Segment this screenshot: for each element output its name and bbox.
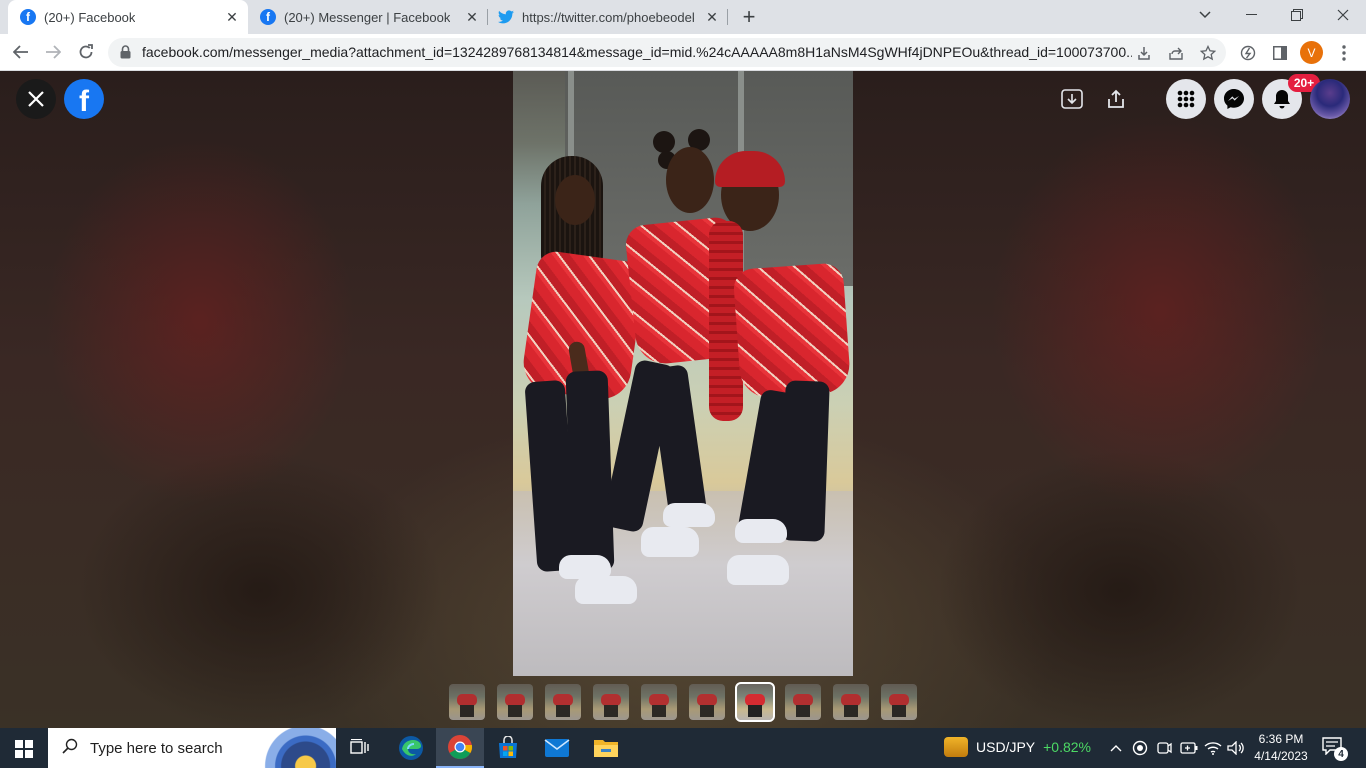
record-icon[interactable]	[1130, 738, 1150, 758]
profile-avatar[interactable]: V	[1300, 41, 1323, 64]
share-icon[interactable]	[1166, 43, 1186, 63]
tab-twitter[interactable]: https://twitter.com/phoebeodek ✕	[488, 0, 728, 34]
facebook-logo[interactable]: f	[64, 79, 104, 119]
browser-toolbar: facebook.com/messenger_media?attachment_…	[0, 34, 1366, 71]
windows-taskbar: Type here to search USD/JPY +0.82% 6:36 …	[0, 728, 1366, 768]
messenger-icon	[1224, 89, 1244, 109]
media-photo	[513, 71, 853, 676]
mail-icon[interactable]	[533, 728, 581, 768]
ticker-pair: USD/JPY	[976, 739, 1036, 755]
media-thumbnail[interactable]	[881, 684, 917, 720]
close-icon[interactable]: ✕	[704, 9, 720, 25]
media-thumbnail[interactable]	[689, 684, 725, 720]
ticker-change: +0.82%	[1043, 739, 1091, 755]
restore-icon[interactable]	[1274, 0, 1320, 30]
close-viewer-button[interactable]	[16, 79, 56, 119]
install-icon[interactable]	[1134, 43, 1154, 63]
tab-title: (20+) Messenger | Facebook	[284, 9, 451, 25]
facebook-icon: f	[20, 9, 36, 25]
tab-title: (20+) Facebook	[44, 9, 136, 25]
media-thumbnail[interactable]	[833, 684, 869, 720]
tab-strip: f (20+) Facebook ✕ f (20+) Messenger | F…	[0, 0, 1366, 34]
forward-icon[interactable]	[40, 39, 66, 65]
lock-icon	[120, 45, 131, 59]
bookmark-star-icon[interactable]	[1198, 43, 1218, 63]
microsoft-store-icon[interactable]	[484, 728, 532, 768]
messenger-button[interactable]	[1214, 79, 1254, 119]
tab-facebook[interactable]: f (20+) Facebook ✕	[8, 0, 248, 34]
extension-icon[interactable]	[1236, 41, 1260, 65]
account-avatar[interactable]	[1310, 79, 1350, 119]
close-icon[interactable]: ✕	[224, 9, 240, 25]
action-center-icon[interactable]: 4	[1322, 737, 1348, 761]
close-icon	[28, 91, 44, 107]
media-thumbnail[interactable]	[593, 684, 629, 720]
system-clock[interactable]: 6:36 PM 4/14/2023	[1248, 731, 1314, 765]
search-icon	[62, 738, 78, 759]
tab-messenger[interactable]: f (20+) Messenger | Facebook ✕	[248, 0, 488, 34]
tab-title: https://twitter.com/phoebeodek	[522, 9, 694, 25]
media-thumbnail[interactable]	[641, 684, 677, 720]
reload-icon[interactable]	[73, 39, 99, 65]
tab-search-icon[interactable]	[1182, 0, 1228, 30]
tab-divider	[727, 9, 728, 25]
side-panel-icon[interactable]	[1268, 41, 1292, 65]
search-placeholder: Type here to search	[90, 739, 223, 757]
close-icon[interactable]: ✕	[464, 9, 480, 25]
task-view-icon[interactable]	[336, 728, 384, 768]
wifi-icon[interactable]	[1203, 738, 1223, 758]
new-tab-button[interactable]: +	[738, 6, 760, 28]
twitter-icon	[498, 9, 514, 25]
media-thumbnail[interactable]	[497, 684, 533, 720]
clock-date: 4/14/2023	[1254, 749, 1308, 763]
clock-time: 6:36 PM	[1258, 732, 1304, 746]
notification-count-badge: 4	[1334, 747, 1348, 761]
media-thumbnail[interactable]	[735, 682, 775, 722]
share-icon[interactable]	[1104, 87, 1128, 111]
facebook-icon: f	[260, 9, 276, 25]
show-hidden-icons-chevron-icon[interactable]	[1106, 738, 1126, 758]
close-window-icon[interactable]	[1320, 0, 1366, 30]
thumbnail-strip	[449, 682, 919, 722]
currency-icon	[944, 737, 968, 757]
download-icon[interactable]	[1060, 87, 1084, 111]
file-explorer-icon[interactable]	[582, 728, 630, 768]
url-text[interactable]: facebook.com/messenger_media?attachment_…	[142, 44, 1132, 60]
edge-browser-icon[interactable]	[387, 728, 435, 768]
minimize-icon[interactable]	[1228, 0, 1274, 30]
back-icon[interactable]	[8, 39, 34, 65]
menu-kebab-icon[interactable]	[1332, 41, 1356, 65]
battery-icon[interactable]	[1179, 738, 1199, 758]
stock-ticker-widget[interactable]: USD/JPY +0.82%	[944, 737, 1091, 757]
meet-now-icon[interactable]	[1154, 738, 1174, 758]
media-thumbnail[interactable]	[545, 684, 581, 720]
taskbar-search-box[interactable]: Type here to search	[48, 728, 336, 768]
media-viewer: f 20+	[0, 71, 1366, 728]
grid-icon	[1177, 90, 1195, 108]
media-thumbnail[interactable]	[449, 684, 485, 720]
menu-grid-button[interactable]	[1166, 79, 1206, 119]
volume-icon[interactable]	[1226, 738, 1246, 758]
bell-icon	[1274, 90, 1290, 109]
chrome-browser-icon[interactable]	[436, 728, 484, 768]
search-highlight-image	[260, 728, 336, 768]
media-thumbnail[interactable]	[785, 684, 821, 720]
windows-start-icon[interactable]	[15, 740, 33, 758]
address-bar[interactable]: facebook.com/messenger_media?attachment_…	[108, 38, 1226, 67]
